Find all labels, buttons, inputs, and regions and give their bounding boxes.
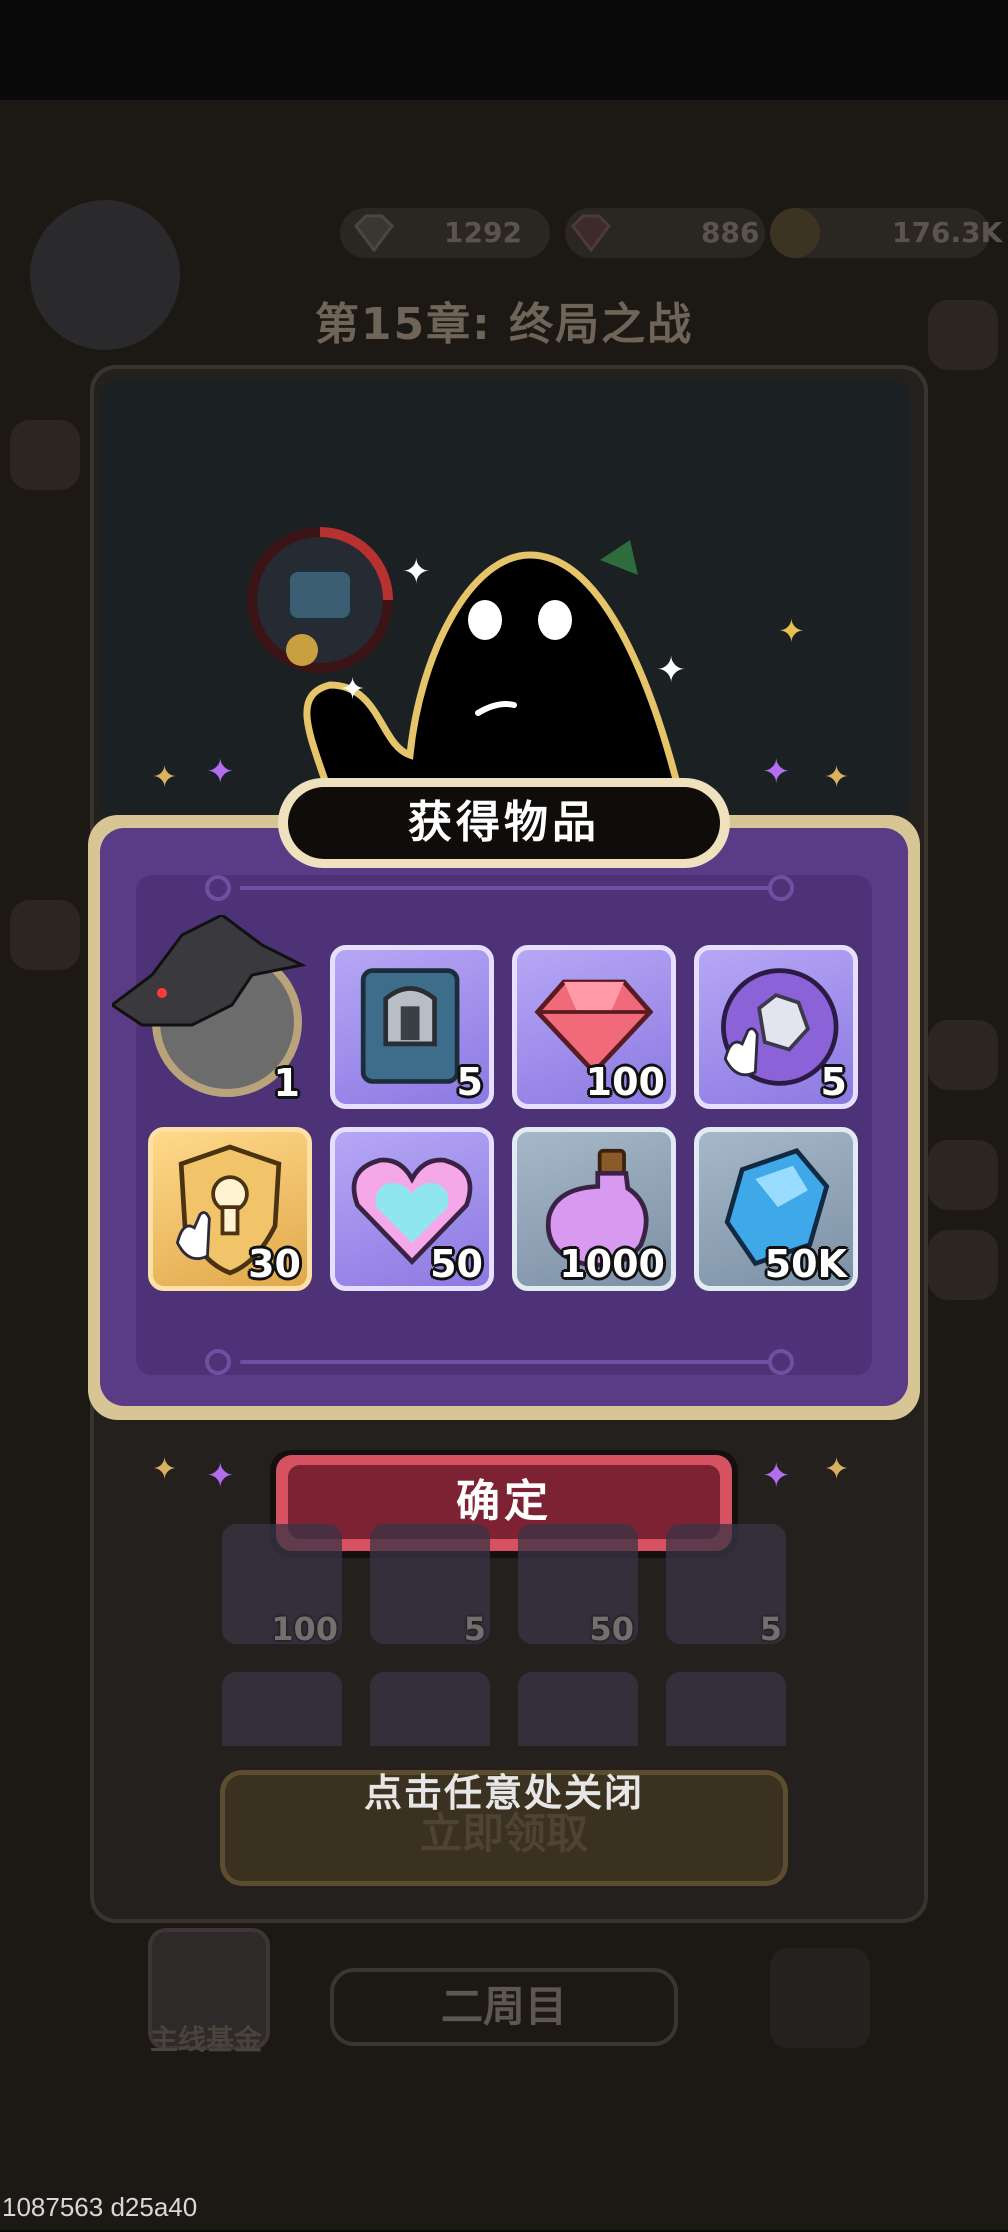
ruby-icon [571, 214, 611, 253]
reward-count: 1 [273, 1061, 300, 1105]
background-reward-slot [222, 1672, 342, 1746]
background-reward-slot [666, 1672, 786, 1746]
background-reward-slot: 100 [222, 1524, 342, 1648]
gold-count: 176.3K [892, 216, 1003, 249]
ornament-circle [768, 875, 794, 901]
ornament-circle [768, 1349, 794, 1375]
gem-count: 1292 [444, 216, 522, 249]
gold-coin-icon [770, 208, 820, 258]
side-menu-item[interactable] [928, 1140, 998, 1210]
sparkle-icon: ✦ [762, 1456, 791, 1496]
side-menu-item[interactable] [10, 420, 80, 490]
reward-slot-heart-crystal[interactable]: 50 [330, 1127, 494, 1291]
divider [240, 886, 770, 890]
reward-count: 30 [248, 1242, 301, 1286]
second-round-button[interactable]: 二周目 [330, 1968, 678, 2046]
background-reward-slot [370, 1672, 490, 1746]
sparkle-icon: ✦ [778, 612, 805, 650]
reward-count: 5 [463, 1610, 486, 1648]
sparkle-icon: ✦ [152, 1452, 178, 1487]
gold-counter: 176.3K [770, 208, 1002, 258]
sparkle-icon: ✦ [152, 760, 178, 795]
reward-slot-blue-crystal[interactable]: 50K [694, 1127, 858, 1291]
reward-slot-helmet-book[interactable]: 5 [330, 945, 494, 1109]
main-fund-label[interactable]: 主线基金 [150, 2018, 262, 2058]
ornament-circle [205, 875, 231, 901]
sparkle-icon: ✦ [762, 752, 791, 792]
build-id-label: 1087563 d25a40 [2, 2192, 198, 2222]
ornament-circle [205, 1349, 231, 1375]
confirm-button-label[interactable]: 确定 [288, 1465, 720, 1539]
sparkle-icon: ✦ [402, 552, 431, 592]
reward-slot-potion[interactable]: 1000 [512, 1127, 676, 1291]
dialog-title: 获得物品 [408, 797, 600, 848]
sparkle-icon: ✦ [824, 1452, 850, 1487]
reward-count: 1000 [559, 1242, 665, 1286]
side-menu-item[interactable] [10, 900, 80, 970]
background-reward-slot: 50 [518, 1524, 638, 1648]
reward-count: 5 [456, 1060, 483, 1104]
sparkle-icon: ✦ [206, 1456, 235, 1496]
reward-slot-avatar-frame[interactable]: 1 [112, 915, 312, 1115]
sparkle-icon: ✦ [206, 752, 235, 792]
sparkle-icon: ✦ [824, 760, 850, 795]
reward-slot-red-gem[interactable]: 100 [512, 945, 676, 1109]
sparkle-icon: ✦ [656, 650, 687, 691]
mascot-blob-icon [303, 540, 684, 795]
reward-count: 50K [764, 1242, 847, 1286]
ruby-counter: 886 [565, 208, 765, 258]
reward-count: 5 [759, 1610, 782, 1648]
tap-to-close-hint[interactable]: 点击任意处关闭 [0, 1762, 1008, 1817]
reward-count: 5 [820, 1060, 847, 1104]
side-menu-item[interactable] [928, 1230, 998, 1300]
reward-count: 100 [271, 1610, 338, 1648]
background-reward-slot: 5 [370, 1524, 490, 1648]
background-reward-slot: 5 [666, 1524, 786, 1648]
reward-count: 50 [589, 1610, 634, 1648]
reward-slot-armor-orb[interactable]: 5 [694, 945, 858, 1109]
wolf-head-icon [112, 915, 307, 1027]
chapter-title: 第15章: 终局之战 [314, 299, 694, 350]
reward-slot-keyhole-shield[interactable]: 30 [148, 1127, 312, 1291]
side-menu-item[interactable] [928, 300, 998, 370]
diamond-icon [354, 214, 394, 253]
background-reward-slot [518, 1672, 638, 1746]
gem-counter: 1292 [340, 208, 550, 258]
divider [240, 1360, 770, 1364]
reward-count: 50 [430, 1242, 483, 1286]
bottom-nav-item[interactable] [770, 1948, 870, 2048]
side-menu-item[interactable] [928, 1020, 998, 1090]
reward-count: 100 [585, 1060, 665, 1104]
sparkle-icon: ✦ [340, 672, 366, 707]
ruby-count: 886 [701, 216, 760, 249]
